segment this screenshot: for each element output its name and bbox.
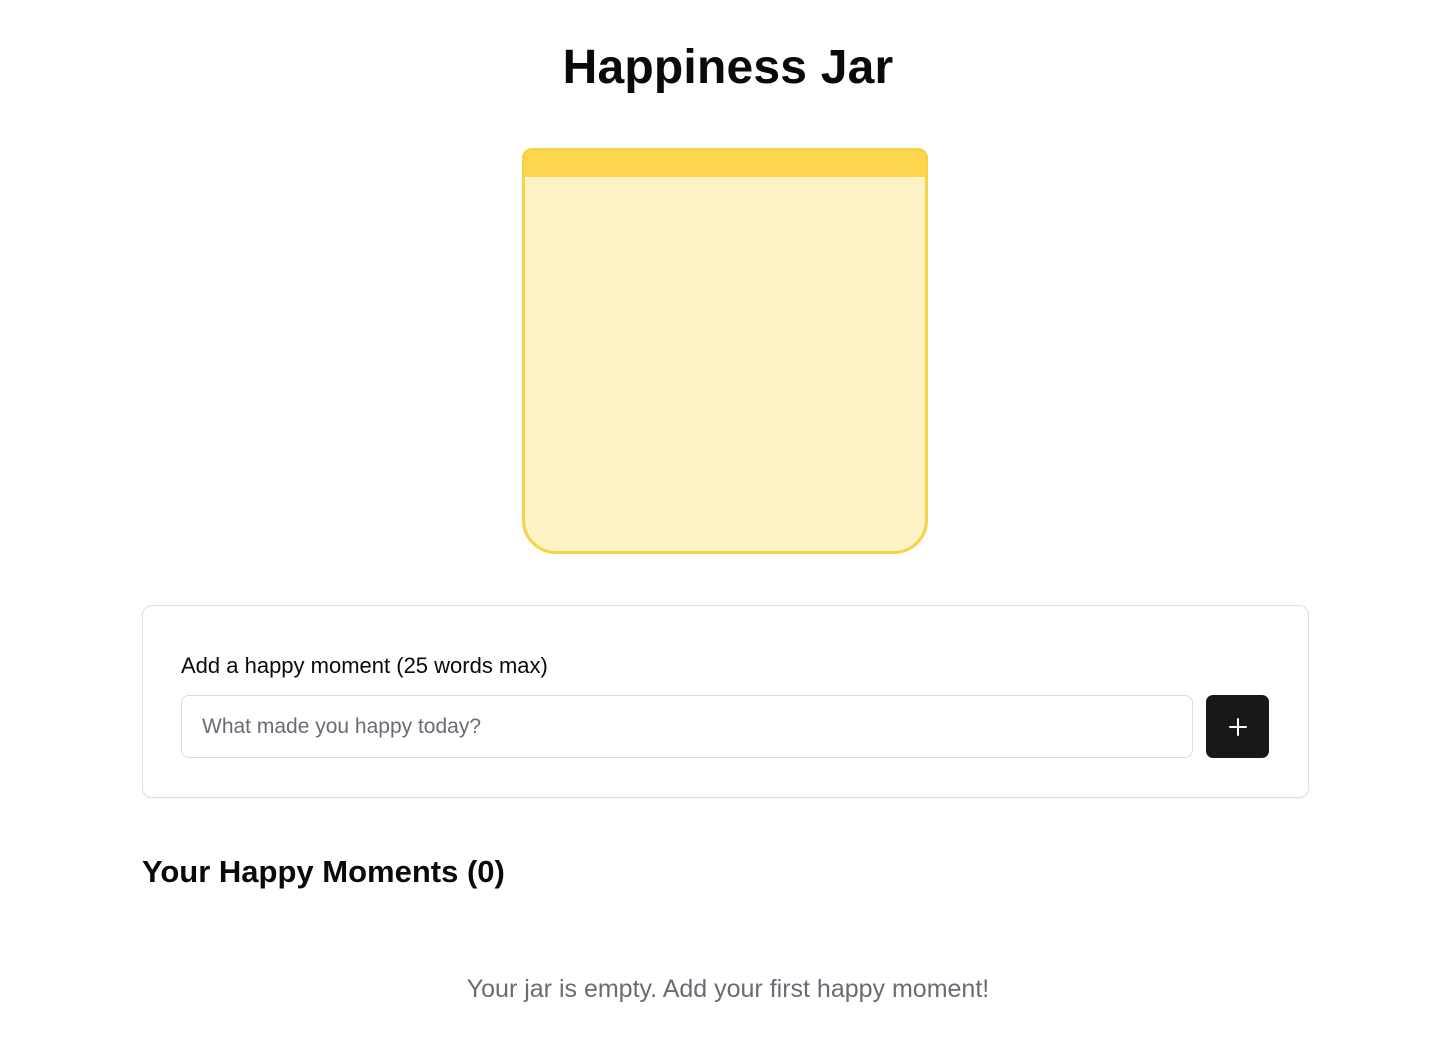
- add-moment-label: Add a happy moment (25 words max): [181, 653, 548, 678]
- empty-jar-message: Your jar is empty. Add your first happy …: [466, 975, 990, 1003]
- page: Happiness Jar Add a happy moment (25 wor…: [0, 0, 1456, 1046]
- moment-input[interactable]: [181, 695, 1193, 758]
- jar-body: [525, 177, 925, 551]
- add-moment-button[interactable]: [1206, 695, 1269, 758]
- happiness-jar: [522, 148, 928, 554]
- jar-lid: [525, 151, 925, 177]
- plus-icon: [1227, 716, 1249, 738]
- page-title: Happiness Jar: [562, 41, 894, 94]
- add-moment-card: Add a happy moment (25 words max): [142, 605, 1309, 798]
- moments-heading: Your Happy Moments (0): [142, 854, 505, 889]
